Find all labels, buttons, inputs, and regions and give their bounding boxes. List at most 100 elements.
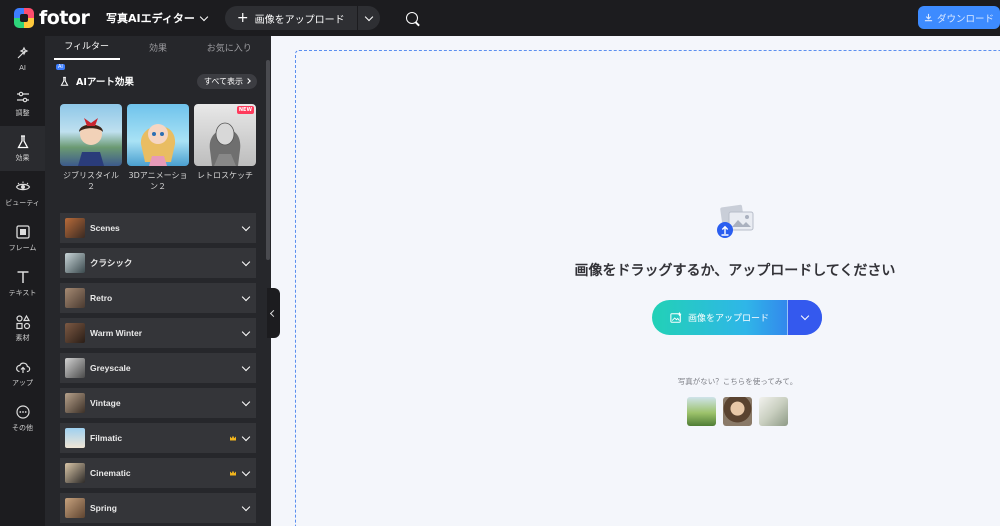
filter-thumbnail — [65, 288, 85, 308]
upload-image-button-label: 画像をアップロード — [687, 314, 769, 324]
filter-name: Greyscale — [90, 363, 131, 373]
rail-item-text[interactable]: テキスト — [0, 261, 45, 306]
editor-menu[interactable]: 写真AIエディター — [106, 10, 209, 26]
filter-name: クラシック — [90, 258, 133, 268]
image-add-icon — [670, 311, 682, 323]
download-icon — [924, 13, 933, 22]
sample-image-portrait[interactable] — [723, 397, 752, 426]
filter-row-filmatic[interactable]: Filmatic — [60, 423, 256, 453]
collapse-panel-button[interactable] — [267, 288, 280, 338]
sample-image-landscape[interactable] — [687, 397, 716, 426]
chevron-down-icon — [241, 467, 251, 476]
rail-item-upload[interactable]: アップ — [0, 351, 45, 396]
upload-button[interactable]: + 画像をアップロード — [225, 6, 357, 30]
tool-rail: AI 調整 効果 ビューティ フレーム テキスト 素材 アップ その他 — [0, 36, 45, 526]
search-icon[interactable] — [405, 12, 418, 24]
filter-row-retro[interactable]: Retro — [60, 283, 256, 313]
chevron-down-icon — [241, 502, 251, 511]
panel-scrollbar[interactable] — [266, 60, 270, 260]
rail-item-label: アップ — [12, 379, 33, 387]
plus-icon: + — [236, 10, 249, 26]
filter-name: Retro — [90, 293, 113, 303]
logo-mark-icon — [14, 8, 34, 28]
fotor-logo[interactable]: fotor — [14, 7, 94, 29]
panel-divider — [271, 36, 285, 526]
upload-image-button[interactable]: 画像をアップロード — [652, 300, 787, 335]
editor-menu-label: 写真AIエディター — [106, 12, 195, 25]
rail-item-beauty[interactable]: ビューティ — [0, 171, 45, 216]
filter-row-vintage[interactable]: Vintage — [60, 388, 256, 418]
sample-images — [687, 397, 788, 426]
upload-options-dropdown[interactable] — [788, 300, 822, 335]
filter-row-classic[interactable]: クラシック — [60, 248, 256, 278]
card-thumbnail — [60, 104, 122, 166]
canvas-area: 画像をドラッグするか、アップロードしてください 画像をアップロード 写真がない？… — [285, 42, 1000, 526]
rail-item-label: 調整 — [15, 109, 30, 117]
card-label: 3Dアニメーション２ — [128, 171, 188, 191]
tab-effects[interactable]: 効果 — [125, 41, 191, 60]
card-label: レトロスケッチ — [197, 171, 253, 180]
rail-item-ai[interactable]: AI — [0, 36, 45, 81]
rail-item-adjust[interactable]: 調整 — [0, 81, 45, 126]
logo-text: fotor — [39, 7, 90, 29]
filter-name: Cinematic — [90, 468, 131, 478]
filter-thumbnail — [65, 358, 85, 378]
upload-dropdown-button[interactable] — [358, 6, 380, 30]
chevron-down-icon — [241, 327, 251, 336]
upload-button-label: 画像をアップロード — [254, 14, 345, 26]
filter-thumbnail — [65, 393, 85, 413]
filter-row-cinematic[interactable]: Cinematic — [60, 458, 256, 488]
rail-item-effects[interactable]: 効果 — [0, 126, 45, 171]
tab-filters[interactable]: フィルター — [53, 39, 120, 60]
image-upload-icon — [715, 204, 757, 240]
download-button[interactable]: ダウンロード — [918, 6, 1000, 29]
filter-name: Filmatic — [90, 433, 123, 443]
ghibli-illustration — [78, 118, 104, 166]
ai-art-section-header: AI AIアート効果 すべて表示 — [56, 64, 257, 92]
rail-item-frame[interactable]: フレーム — [0, 216, 45, 261]
flask-icon — [60, 76, 69, 86]
chevron-down-icon — [199, 12, 209, 21]
ai-art-title-text: AIアート効果 — [76, 77, 134, 88]
ai-art-card-3d-anime[interactable]: 3Dアニメーション２ — [127, 104, 189, 192]
filter-row-warm-winter[interactable]: Warm Winter — [60, 318, 256, 348]
filter-panel: フィルター 効果 お気に入り AI AIアート効果 すべて表示 ジブリスタイル２ — [45, 36, 271, 526]
filter-row-spring[interactable]: Spring — [60, 493, 256, 523]
show-all-button[interactable]: すべて表示 — [196, 73, 257, 89]
rail-item-more[interactable]: その他 — [0, 396, 45, 441]
filter-thumbnail — [65, 498, 85, 518]
ai-art-card-ghibli[interactable]: ジブリスタイル２ — [60, 104, 122, 192]
rail-item-elements[interactable]: 素材 — [0, 306, 45, 351]
rail-item-label: 効果 — [15, 154, 30, 162]
more-icon — [15, 404, 31, 420]
chevron-down-icon — [241, 222, 251, 231]
chevron-down-icon — [241, 397, 251, 406]
filter-thumbnail — [65, 218, 85, 238]
filter-name: Scenes — [90, 223, 120, 233]
tab-favorites[interactable]: お気に入り — [196, 41, 262, 60]
filter-thumbnail — [65, 253, 85, 273]
rail-item-label: その他 — [12, 424, 33, 432]
chevron-down-icon — [241, 432, 251, 441]
eye-icon — [15, 179, 31, 195]
card-label: ジブリスタイル２ — [63, 171, 119, 191]
sample-image-still-life[interactable] — [759, 397, 788, 426]
show-all-label: すべて表示 — [203, 76, 243, 86]
ai-art-title: AIアート効果 — [59, 74, 134, 88]
filter-thumbnail — [65, 323, 85, 343]
cloud-upload-icon — [15, 359, 31, 375]
filter-list: Scenes クラシック Retro Warm Winter Greyscale… — [60, 213, 256, 526]
top-bar: fotor 写真AIエディター + 画像をアップロード ダウンロード — [0, 0, 1000, 36]
crown-icon — [230, 435, 236, 441]
panel-tabs: フィルター 効果 お気に入り — [45, 36, 271, 60]
chevron-down-icon — [364, 12, 373, 21]
drop-zone[interactable] — [295, 50, 1000, 526]
chevron-down-icon — [241, 362, 251, 371]
filter-thumbnail — [65, 428, 85, 448]
elements-icon — [15, 314, 31, 330]
frame-icon — [15, 224, 31, 240]
filter-row-scenes[interactable]: Scenes — [60, 213, 256, 243]
rail-item-label: テキスト — [8, 289, 37, 297]
filter-row-greyscale[interactable]: Greyscale — [60, 353, 256, 383]
ai-art-card-retro-sketch[interactable]: NEW レトロスケッチ — [194, 104, 256, 192]
